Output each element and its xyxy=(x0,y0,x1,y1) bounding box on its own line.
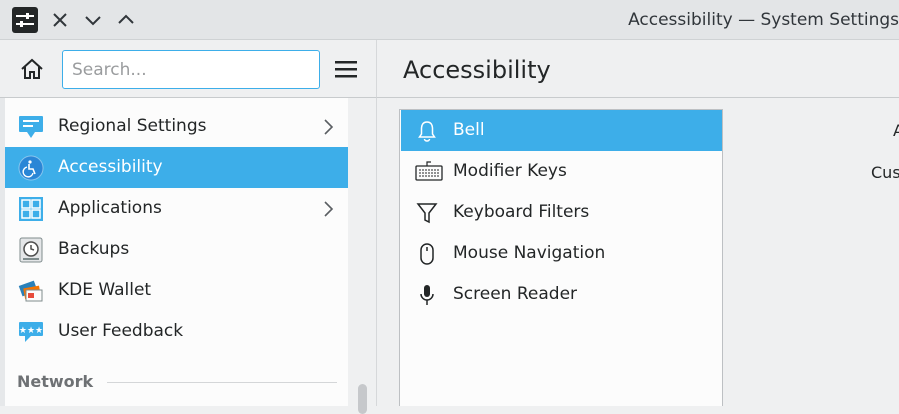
module-item-label: Keyboard Filters xyxy=(453,202,590,222)
mouse-icon xyxy=(415,242,439,266)
title-bar: Accessibility — System Settings xyxy=(0,0,899,40)
hamburger-menu-icon[interactable] xyxy=(333,57,359,81)
module-item-bell[interactable]: Bell xyxy=(401,110,722,151)
sidebar-item-label: User Feedback xyxy=(58,321,184,341)
chevron-right-icon xyxy=(322,200,334,218)
sidebar-item-backups[interactable]: Backups xyxy=(5,229,348,270)
accessibility-icon xyxy=(17,154,45,182)
search-input[interactable] xyxy=(62,50,320,89)
module-list: Bell Modifier Keys Keyboard Filters Mous… xyxy=(399,109,723,406)
module-item-keyboard-filters[interactable]: Keyboard Filters xyxy=(401,192,722,233)
sidebar-item-label: Accessibility xyxy=(58,157,163,177)
user-feedback-icon: ★★★ xyxy=(17,318,45,346)
filter-icon xyxy=(415,201,439,225)
sidebar-item-accessibility[interactable]: Accessibility xyxy=(5,147,348,188)
module-item-modifier-keys[interactable]: Modifier Keys xyxy=(401,151,722,192)
module-item-label: Mouse Navigation xyxy=(453,243,606,263)
kde-wallet-icon xyxy=(17,277,45,305)
sidebar-header xyxy=(0,40,377,98)
sidebar-item-user-feedback[interactable]: ★★★ User Feedback xyxy=(5,311,348,352)
chevron-right-icon xyxy=(322,118,334,136)
module-item-label: Bell xyxy=(453,120,485,140)
applications-icon xyxy=(17,195,45,223)
minimize-chevron-down-icon[interactable] xyxy=(81,8,105,32)
app-icon[interactable] xyxy=(12,7,38,33)
close-icon[interactable] xyxy=(48,8,72,32)
sidebar-item-label: Regional Settings xyxy=(58,116,207,136)
regional-settings-icon xyxy=(17,113,45,141)
svg-text:★★★: ★★★ xyxy=(19,326,43,336)
module-item-label: Modifier Keys xyxy=(453,161,567,181)
page-header: Accessibility xyxy=(377,40,899,98)
sidebar: Regional Settings Accessibility Applicat… xyxy=(5,98,348,406)
right-panel-partial-label: A xyxy=(893,121,899,140)
keyboard-icon xyxy=(415,160,443,184)
backups-icon xyxy=(17,236,45,264)
microphone-icon xyxy=(415,283,439,307)
page-title: Accessibility xyxy=(403,56,551,84)
bell-icon xyxy=(415,119,439,143)
sidebar-item-applications[interactable]: Applications xyxy=(5,188,348,229)
sidebar-item-regional-settings[interactable]: Regional Settings xyxy=(5,106,348,147)
section-divider xyxy=(107,382,337,383)
right-panel-partial-label: Cus xyxy=(871,163,899,182)
scrollbar-handle[interactable] xyxy=(358,384,367,414)
sidebar-item-label: KDE Wallet xyxy=(58,280,152,300)
sidebar-item-label: Backups xyxy=(58,239,130,259)
module-item-label: Screen Reader xyxy=(453,284,578,304)
home-icon[interactable] xyxy=(18,55,46,83)
window-title: Accessibility — System Settings xyxy=(628,10,899,30)
sidebar-section-network: Network xyxy=(17,372,94,391)
sidebar-item-label: Applications xyxy=(58,198,162,218)
sidebar-item-kde-wallet[interactable]: KDE Wallet xyxy=(5,270,348,311)
module-item-screen-reader[interactable]: Screen Reader xyxy=(401,274,722,315)
sidebar-scrollbar[interactable] xyxy=(348,98,377,414)
module-item-mouse-navigation[interactable]: Mouse Navigation xyxy=(401,233,722,274)
maximize-chevron-up-icon[interactable] xyxy=(114,8,138,32)
